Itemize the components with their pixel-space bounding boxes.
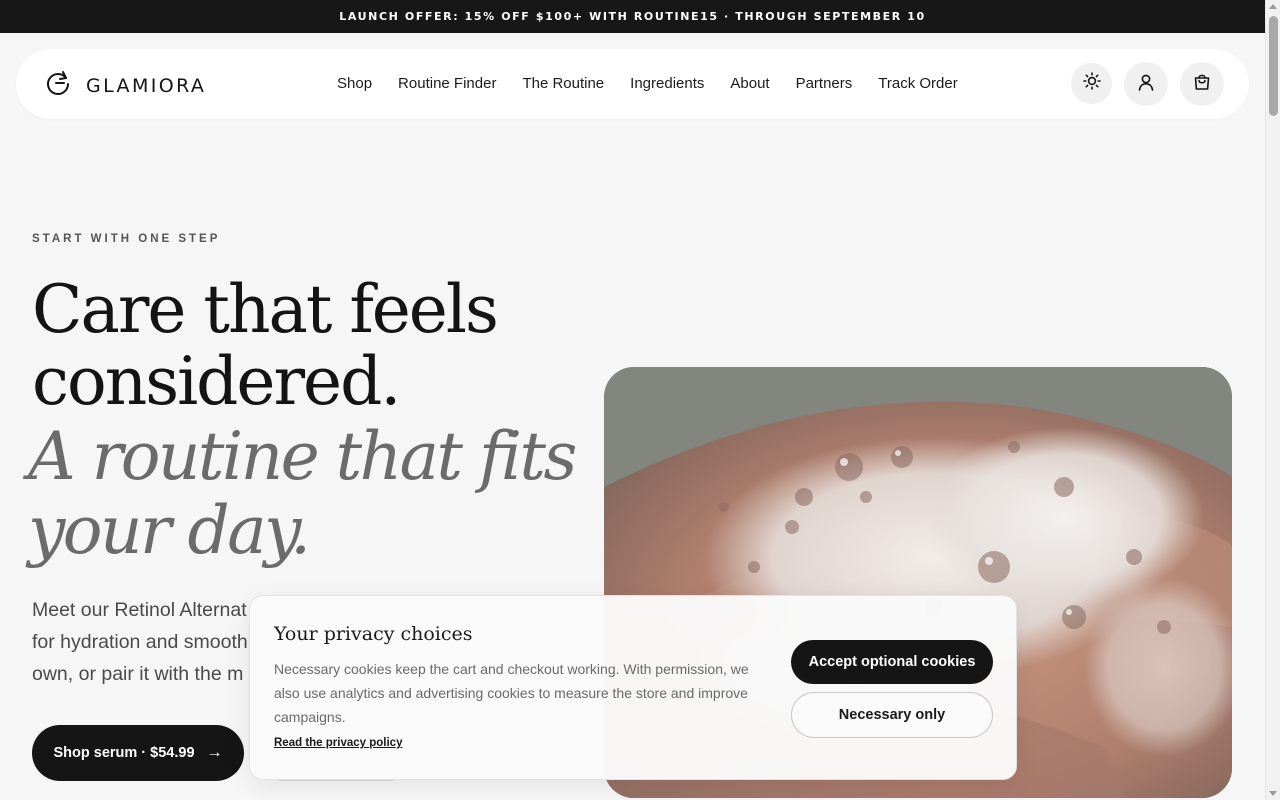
hero-lead-line2: for hydration and smooth — [32, 631, 248, 653]
shop-serum-label: Shop serum · $54.99 — [53, 745, 195, 761]
site-header: GLAMIORA Shop Routine Finder The Routine… — [16, 49, 1249, 119]
hero-headline: Care that feels considered. — [32, 271, 499, 420]
hero-headline-line2: considered. — [32, 343, 401, 420]
nav-link-routine-finder[interactable]: Routine Finder — [398, 75, 496, 93]
announcement-bar: LAUNCH OFFER: 15% OFF $100+ WITH ROUTINE… — [0, 0, 1265, 33]
theme-toggle-button[interactable] — [1071, 63, 1112, 104]
shopping-bag-icon — [1193, 73, 1211, 96]
scroll-up-arrow[interactable] — [1269, 4, 1277, 9]
necessary-only-button[interactable]: Necessary only — [791, 692, 993, 738]
nav-link-shop[interactable]: Shop — [337, 75, 372, 93]
announcement-text: LAUNCH OFFER: 15% OFF $100+ WITH ROUTINE… — [339, 10, 926, 23]
shop-serum-button[interactable]: Shop serum · $54.99 → — [32, 725, 244, 781]
account-button[interactable] — [1124, 62, 1168, 106]
privacy-policy-link[interactable]: Read the privacy policy — [274, 737, 402, 749]
cookie-dialog-body: Necessary cookies keep the cart and chec… — [274, 661, 749, 725]
page-scrollbar[interactable] — [1265, 0, 1280, 800]
hero-subheadline: A routine that fits your day. — [28, 418, 577, 569]
hero-italic-line1: A routine that fits — [28, 418, 577, 495]
nav-link-the-routine[interactable]: The Routine — [522, 75, 604, 93]
sun-icon — [1082, 72, 1101, 95]
brand-name: GLAMIORA — [86, 74, 207, 97]
hero-headline-line1: Care that feels — [32, 271, 499, 348]
nav-link-partners[interactable]: Partners — [796, 75, 853, 93]
nav-link-ingredients[interactable]: Ingredients — [630, 75, 704, 93]
user-icon — [1137, 73, 1155, 96]
cart-button[interactable] — [1180, 62, 1224, 106]
hero-lead-line1: Meet our Retinol Alternat — [32, 599, 247, 621]
hero-lead-line3: own, or pair it with the m — [32, 663, 244, 685]
scroll-thumb[interactable] — [1269, 16, 1278, 116]
arrow-right-icon: → — [206, 744, 223, 761]
main-nav: Shop Routine Finder The Routine Ingredie… — [337, 75, 984, 93]
hero-italic-line2: your day. — [28, 492, 311, 569]
cookie-consent-dialog: Your privacy choices Necessary cookies k… — [249, 595, 1017, 780]
nav-link-track-order[interactable]: Track Order — [878, 75, 957, 93]
brand-logo-link[interactable]: GLAMIORA — [44, 69, 206, 102]
cookie-dialog-title: Your privacy choices — [274, 623, 473, 645]
nav-link-about[interactable]: About — [730, 75, 769, 93]
accept-optional-cookies-button[interactable]: Accept optional cookies — [791, 640, 993, 684]
hero-eyebrow: START WITH ONE STEP — [32, 233, 221, 245]
refresh-circle-icon — [44, 69, 72, 102]
scroll-down-arrow[interactable] — [1269, 791, 1277, 796]
